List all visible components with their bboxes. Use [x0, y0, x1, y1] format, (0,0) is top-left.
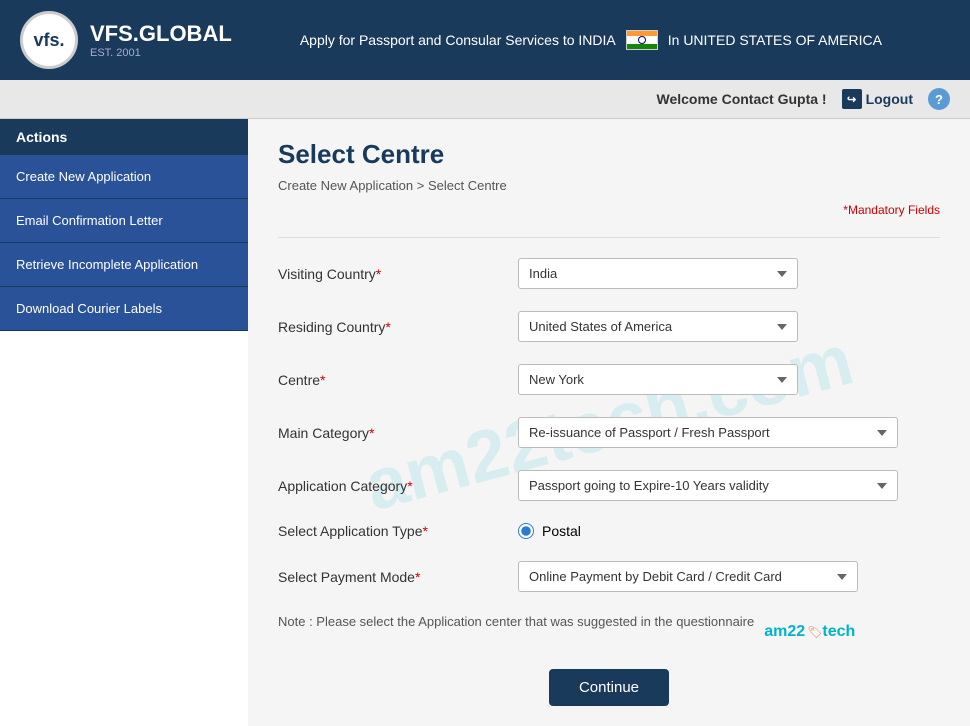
main-layout: Actions Create New Application Email Con… — [0, 119, 970, 726]
app-type-radio-group: Postal — [518, 523, 581, 539]
note-row: Note : Please select the Application cen… — [278, 614, 940, 649]
sidebar-item-email[interactable]: Email Confirmation Letter — [0, 199, 248, 243]
breadcrumb-sep: > — [417, 178, 428, 193]
breadcrumb-current: Select Centre — [428, 178, 507, 193]
continue-button[interactable]: Continue — [549, 669, 669, 706]
sidebar-item-download[interactable]: Download Courier Labels — [0, 287, 248, 331]
brand-name: VFS.GLOBAL — [90, 21, 232, 47]
mandatory-note: *Mandatory Fields — [278, 203, 940, 217]
payment-mode-select[interactable]: Online Payment by Debit Card / Credit Ca… — [518, 561, 858, 592]
centre-select[interactable]: New York — [518, 364, 798, 395]
breadcrumb: Create New Application > Select Centre — [278, 178, 940, 193]
am22-suffix: tech — [822, 623, 855, 641]
app-category-row: Application Category* Passport going to … — [278, 470, 940, 501]
ashoka-chakra — [638, 36, 646, 44]
app-category-select[interactable]: Passport going to Expire-10 Years validi… — [518, 470, 898, 501]
sidebar-item-create[interactable]: Create New Application — [0, 155, 248, 199]
apply-text: Apply for Passport and Consular Services… — [300, 32, 616, 48]
header-center-text: Apply for Passport and Consular Services… — [232, 30, 950, 50]
am22tech-logo: am22 🏷 tech — [764, 623, 855, 641]
residing-country-label: Residing Country* — [278, 319, 518, 335]
logo-area: vfs. VFS.GLOBAL EST. 2001 — [20, 11, 232, 69]
am22-text: am22 — [764, 623, 805, 641]
residing-country-select[interactable]: United States of America — [518, 311, 798, 342]
visiting-country-select[interactable]: India — [518, 258, 798, 289]
form-area: Visiting Country* India Residing Country… — [278, 258, 940, 706]
site-header: vfs. VFS.GLOBAL EST. 2001 Apply for Pass… — [0, 0, 970, 80]
flag-white — [627, 36, 657, 44]
brand-est: EST. 2001 — [90, 47, 232, 59]
centre-label: Centre* — [278, 372, 518, 388]
app-category-label: Application Category* — [278, 478, 518, 494]
sidebar-item-retrieve[interactable]: Retrieve Incomplete Application — [0, 243, 248, 287]
sidebar-header: Actions — [0, 119, 248, 155]
centre-row: Centre* New York — [278, 364, 940, 395]
main-content: am22tech.com Select Centre Create New Ap… — [248, 119, 970, 726]
main-category-row: Main Category* Re-issuance of Passport /… — [278, 417, 940, 448]
payment-mode-row: Select Payment Mode* Online Payment by D… — [278, 561, 940, 592]
am22-tag-icon: 🏷 — [807, 625, 822, 639]
logo-vfs: vfs. — [33, 30, 64, 51]
breadcrumb-home[interactable]: Create New Application — [278, 178, 413, 193]
visiting-country-row: Visiting Country* India — [278, 258, 940, 289]
sidebar: Actions Create New Application Email Con… — [0, 119, 248, 726]
main-category-label: Main Category* — [278, 425, 518, 441]
divider — [278, 237, 940, 238]
welcome-text: Welcome Contact Gupta ! — [656, 91, 826, 107]
app-type-postal-radio[interactable] — [518, 523, 534, 539]
main-category-select[interactable]: Re-issuance of Passport / Fresh Passport — [518, 417, 898, 448]
logout-label: Logout — [866, 91, 913, 107]
flag-green — [627, 44, 657, 49]
app-type-label: Select Application Type* — [278, 523, 518, 539]
app-type-postal-label: Postal — [542, 523, 581, 539]
app-type-row: Select Application Type* Postal — [278, 523, 940, 539]
help-icon[interactable]: ? — [928, 88, 950, 110]
logo-text: VFS.GLOBAL EST. 2001 — [90, 21, 232, 59]
logo-circle: vfs. — [20, 11, 78, 69]
top-nav: Welcome Contact Gupta ! ↪ Logout ? — [0, 80, 970, 119]
residing-country-row: Residing Country* United States of Ameri… — [278, 311, 940, 342]
logout-button[interactable]: ↪ Logout — [842, 89, 913, 109]
logout-icon: ↪ — [842, 89, 862, 109]
page-title: Select Centre — [278, 139, 940, 170]
note-text: Note : Please select the Application cen… — [278, 614, 754, 629]
india-flag — [626, 30, 658, 50]
visiting-country-label: Visiting Country* — [278, 266, 518, 282]
country-text: In UNITED STATES OF AMERICA — [668, 32, 882, 48]
payment-mode-label: Select Payment Mode* — [278, 569, 518, 585]
